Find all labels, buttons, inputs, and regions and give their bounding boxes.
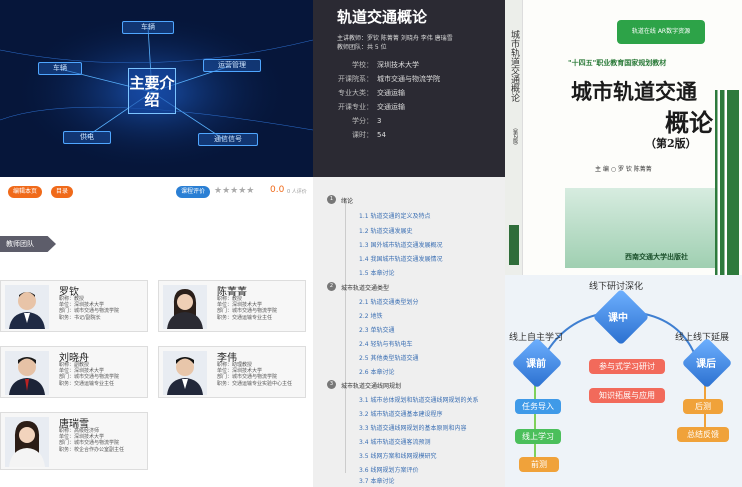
teacher-card[interactable]: 罗钦 职称：教授 单位：深圳技术大学 部门：城市交通与物流学院 职务：书记/副院长 bbox=[0, 280, 148, 332]
teacher-details: 职称：助理教授 单位：深圳技术大学 部门：城市交通与物流学院 职务：交通运输专业实验中… bbox=[217, 362, 293, 387]
toc-section[interactable]: 3.2 城市轨道交通基本建设程序 bbox=[359, 409, 442, 418]
toc-chapter[interactable]: 3 城市轨道交通线网规划 bbox=[327, 380, 401, 390]
rating-stars[interactable]: ★★★★★ bbox=[214, 186, 254, 197]
rating-count: 0 人评价 bbox=[287, 189, 307, 195]
review-button[interactable]: 课程评价 bbox=[176, 186, 211, 198]
toc-section[interactable]: 2.3 单轨交通 bbox=[359, 325, 394, 334]
toc-line bbox=[345, 203, 346, 473]
teacher-details: 职称：教授 单位：深圳技术大学 部门：城市交通与物流学院 职务：书记/副院长 bbox=[59, 296, 120, 321]
info-row-category: 专业大类： 交通运输 bbox=[338, 89, 405, 97]
teacher-details: 职称：高级经济师 单位：深圳技术大学 部门：城市交通与物流学院 职务：校企合作办公室副… bbox=[59, 428, 125, 453]
hero-node-power: 供电 bbox=[63, 131, 111, 144]
team-section-tag: 教师团队 bbox=[0, 236, 56, 252]
hero-node-vehicle: 车辆 bbox=[122, 21, 174, 34]
lead-teachers-line: 主讲教师：罗钦 陈菁菁 刘晓舟 李伟 唐瑞雪 bbox=[337, 35, 453, 42]
toc-section[interactable]: 2.5 其他类型轨道交通 bbox=[359, 353, 418, 362]
teacher-card[interactable]: 陈菁菁 职称：教授 单位：深圳技术大学 部门：城市交通与物流学院 职务：交通运输专业主… bbox=[158, 280, 306, 332]
book-edition: （第2版） bbox=[645, 137, 697, 150]
teacher-card[interactable]: 李伟 职称：助理教授 单位：深圳技术大学 部门：城市交通与物流学院 职务：交通运输专业… bbox=[158, 346, 306, 398]
left-box-task: 任务导入 bbox=[515, 399, 561, 414]
course-intro-banner: 车辆 运营管理 车辆 供电 通信信号 主要介绍 bbox=[0, 0, 313, 177]
book-authors: 主 编 ○ 罗 钦 陈菁菁 bbox=[595, 166, 652, 173]
top-label: 线下研讨深化 bbox=[589, 282, 644, 292]
book-publisher: 西南交通大学出版社 bbox=[625, 253, 688, 261]
toc-section[interactable]: 3.7 本章讨论 bbox=[359, 476, 394, 485]
cover-stripes bbox=[715, 90, 739, 275]
toc-section[interactable]: 3.1 城市总体规划和轨道交通线网规划的关系 bbox=[359, 395, 478, 404]
textbook-cover: 城市轨道交通概论 （第2版） 轨道在线 AR数字资源 "十四五"职业教育国家规划… bbox=[505, 0, 742, 275]
toc-chapter[interactable]: 1 绪论 bbox=[327, 195, 353, 205]
spine-edition: （第2版） bbox=[512, 125, 518, 149]
toc-section[interactable]: 3.4 城市轨道交通客流预测 bbox=[359, 437, 430, 446]
action-bar: 编辑本页 目录 课程评价 ★★★★★ 0.0 0 人评价 bbox=[0, 180, 313, 202]
toc-section[interactable]: 1.3 国外城市轨道交通发展概况 bbox=[359, 240, 442, 249]
toc-section[interactable]: 3.3 轨道交通线网规划的基本原则和内容 bbox=[359, 423, 466, 432]
book-title-line1: 城市轨道交通 bbox=[571, 79, 697, 104]
course-title: 轨道交通概论 bbox=[337, 8, 428, 26]
book-title-line2: 概论 bbox=[665, 108, 713, 137]
teacher-details: 职称：教授 单位：深圳技术大学 部门：城市交通与物流学院 职务：交通运输专业主任 bbox=[217, 296, 278, 321]
toc-section[interactable]: 3.5 线网方案和线网规模研究 bbox=[359, 451, 436, 460]
left-node-label: 课前 bbox=[526, 359, 546, 370]
hero-node-signal: 通信信号 bbox=[198, 133, 258, 146]
hero-center-title: 主要介绍 bbox=[128, 68, 176, 114]
left-box-online: 线上学习 bbox=[515, 429, 561, 444]
teacher-card[interactable]: 刘晓舟 职称：副教授 单位：深圳技术大学 部门：城市交通与物流学院 职务：交通运输专业… bbox=[0, 346, 148, 398]
toc-section[interactable]: 1.4 我国城市轨道交通发展情况 bbox=[359, 254, 442, 263]
toc-chapter[interactable]: 2 城市轨道交通类型 bbox=[327, 282, 389, 292]
toc-section[interactable]: 2.2 地铁 bbox=[359, 311, 382, 320]
hero-node-operation: 运营管理 bbox=[203, 59, 261, 72]
info-row-major: 开课专业： 交通运输 bbox=[338, 103, 405, 111]
toc-section[interactable]: 1.1 轨道交通的定义及特点 bbox=[359, 211, 430, 220]
mid-box-extension: 知识拓展与应用 bbox=[589, 388, 665, 403]
lead-teachers: 主讲教师：罗钦 陈菁菁 刘晓舟 李伟 唐瑞雪 教师团队：共 5 位 bbox=[337, 34, 453, 52]
edit-page-button[interactable]: 编辑本页 bbox=[8, 186, 43, 198]
team-count-line: 教师团队：共 5 位 bbox=[337, 44, 387, 51]
right-node-label: 课后 bbox=[696, 359, 716, 370]
toc-section[interactable]: 2.4 轻轨与有轨电车 bbox=[359, 339, 412, 348]
menu-button[interactable]: 目录 bbox=[51, 186, 74, 198]
teacher-photo bbox=[163, 285, 207, 329]
toc-section[interactable]: 2.6 本章讨论 bbox=[359, 367, 394, 376]
right-box-feedback: 总结反馈 bbox=[677, 427, 729, 442]
course-info-panel: 轨道交通概论 主讲教师：罗钦 陈菁菁 刘晓舟 李伟 唐瑞雪 教师团队：共 5 位… bbox=[313, 0, 505, 177]
mid-box-discussion: 参与式学习研讨 bbox=[589, 359, 665, 374]
series-badge: 轨道在线 AR数字资源 bbox=[617, 20, 705, 44]
teacher-photo bbox=[5, 417, 49, 467]
rating-score: 0.0 bbox=[270, 185, 285, 195]
blended-learning-diagram: 线下研讨深化 线上自主学习 线上线下延展 课中 课前 课后 参与式学习研讨 知识… bbox=[505, 275, 742, 487]
series-line: "十四五"职业教育国家规划教材 bbox=[568, 59, 667, 67]
info-row-hours: 课时： 54 bbox=[352, 131, 386, 139]
info-row-school: 学校： 深圳技术大学 bbox=[352, 61, 419, 69]
center-label: 课中 bbox=[608, 313, 628, 324]
hero-node-vehicle-2: 车辆 bbox=[38, 62, 82, 75]
teacher-photo bbox=[163, 351, 207, 395]
spine-logo bbox=[509, 225, 519, 265]
table-of-contents: 1 绪论 1.1 轨道交通的定义及特点 1.2 轨道交通发展史 1.3 国外城市轨… bbox=[313, 177, 505, 487]
spine-title: 城市轨道交通概论 bbox=[509, 30, 519, 102]
teacher-photo bbox=[5, 351, 49, 395]
right-box-posttest: 后测 bbox=[683, 399, 723, 414]
teacher-card[interactable]: 唐瑞雪 职称：高级经济师 单位：深圳技术大学 部门：城市交通与物流学院 职务：校企合作… bbox=[0, 412, 148, 470]
toc-section[interactable]: 1.5 本章讨论 bbox=[359, 268, 394, 277]
teacher-details: 职称：副教授 单位：深圳技术大学 部门：城市交通与物流学院 职务：交通运输专业主任 bbox=[59, 362, 120, 387]
toc-section[interactable]: 3.6 线网规划方案评价 bbox=[359, 465, 418, 474]
info-row-dept: 开课院系： 城市交通与物流学院 bbox=[338, 75, 440, 83]
teacher-photo bbox=[5, 285, 49, 329]
toc-section[interactable]: 1.2 轨道交通发展史 bbox=[359, 226, 412, 235]
left-box-pretest: 前测 bbox=[519, 457, 559, 472]
toc-section[interactable]: 2.1 轨道交通类型划分 bbox=[359, 297, 418, 306]
info-row-credit: 学分： 3 bbox=[352, 117, 382, 125]
